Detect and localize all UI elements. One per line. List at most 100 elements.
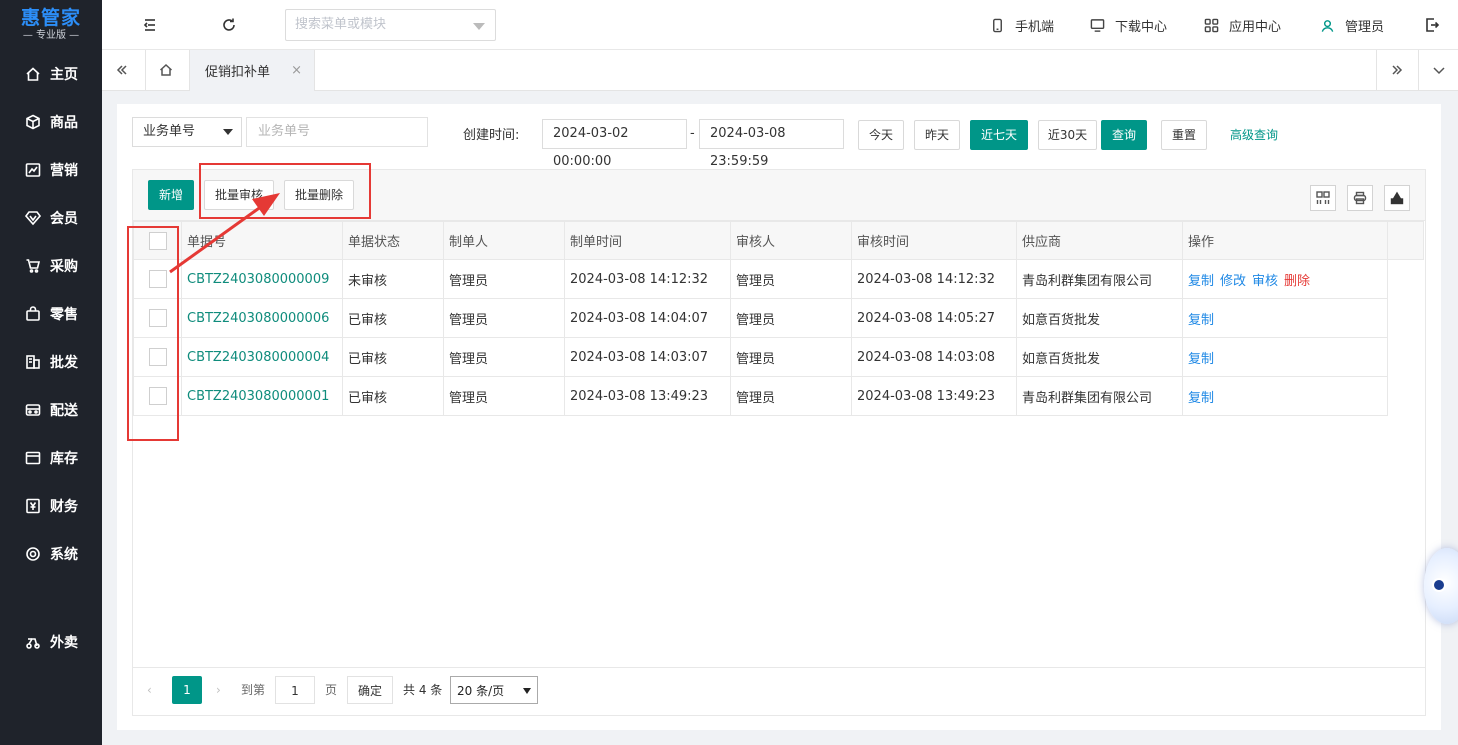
column-header[interactable]: 单据状态 xyxy=(342,221,444,260)
make-time-cell: 2024-03-08 14:04:07 xyxy=(564,298,731,338)
download-center-link[interactable]: 下载中心 xyxy=(1090,15,1167,35)
grid-icon xyxy=(1204,18,1219,32)
home-tab-icon[interactable] xyxy=(145,50,185,90)
table-row: CBTZ2403080000009 未审核 管理员 2024-03-08 14:12:… xyxy=(133,259,1424,299)
row-filler xyxy=(1388,338,1424,377)
sidebar-item-2[interactable]: 营销 xyxy=(0,152,102,188)
batch-delete-button[interactable]: 批量删除 xyxy=(284,180,354,210)
query-button[interactable]: 查询 xyxy=(1101,120,1147,150)
next-page-icon[interactable]: › xyxy=(216,676,221,704)
sidebar-item-5[interactable]: 零售 xyxy=(0,296,102,332)
order-code-link[interactable]: CBTZ2403080000001 xyxy=(187,389,329,404)
sidebar-item-10[interactable]: 系统 xyxy=(0,536,102,572)
order-code-link[interactable]: CBTZ2403080000004 xyxy=(187,350,329,365)
mobile-link[interactable]: 手机端 xyxy=(990,15,1054,35)
date-from-input[interactable]: 2024-03-02 00:00:00 xyxy=(542,119,687,169)
row-checkbox[interactable] xyxy=(148,387,167,405)
make-time-cell: 2024-03-08 14:12:32 xyxy=(564,259,731,299)
sidebar-item-9[interactable]: 财务 xyxy=(0,488,102,524)
sidebar-item-8[interactable]: 库存 xyxy=(0,440,102,476)
logo: 惠管家 — 专业版 — xyxy=(0,0,102,50)
order-code-link[interactable]: CBTZ2403080000009 xyxy=(187,272,329,287)
row-checkbox[interactable] xyxy=(148,348,167,366)
logout-icon[interactable] xyxy=(1422,15,1442,35)
audit-time-cell: 2024-03-08 14:05:27 xyxy=(851,298,1017,338)
tab-promotion-deduction[interactable]: 促销扣补单 × xyxy=(189,50,315,91)
maker-cell: 管理员 xyxy=(443,298,565,338)
sidebar-item-0[interactable]: 主页 xyxy=(0,56,102,92)
goto-page-input[interactable]: 1 xyxy=(275,676,315,704)
select-all-checkbox[interactable] xyxy=(148,231,167,250)
row-action-link[interactable]: 复制 xyxy=(1188,274,1214,289)
column-header[interactable]: 供应商 xyxy=(1016,221,1183,260)
actions-cell: 复制 xyxy=(1182,376,1388,416)
column-header[interactable]: 单据号 xyxy=(181,221,343,260)
row-filler xyxy=(1388,377,1424,416)
row-filler xyxy=(1388,260,1424,299)
last-7-days-button[interactable]: 近七天 xyxy=(970,120,1028,150)
current-page[interactable]: 1 xyxy=(172,676,202,704)
export-icon[interactable] xyxy=(1384,185,1410,211)
print-icon[interactable] xyxy=(1347,185,1373,211)
truck-icon xyxy=(24,401,42,419)
batch-audit-button[interactable]: 批量审核 xyxy=(204,180,274,210)
add-button[interactable]: 新增 xyxy=(148,180,194,210)
sidebar-item-11[interactable]: 外卖 xyxy=(0,624,102,660)
pagination: ‹ 1 › 到第 1 页 确定 共 4 条 20 条/页 xyxy=(133,667,1425,715)
last-30-days-button[interactable]: 近30天 xyxy=(1038,120,1097,150)
column-header[interactable]: 制单人 xyxy=(443,221,565,260)
app-center-link[interactable]: 应用中心 xyxy=(1204,15,1281,35)
sidebar-item-4[interactable]: 采购 xyxy=(0,248,102,284)
column-header[interactable]: 审核时间 xyxy=(851,221,1017,260)
row-action-link[interactable]: 修改 xyxy=(1220,274,1246,289)
row-select-cell xyxy=(133,337,182,377)
row-checkbox[interactable] xyxy=(148,270,167,288)
sidebar-item-7[interactable]: 配送 xyxy=(0,392,102,428)
row-action-link[interactable]: 审核 xyxy=(1252,274,1278,289)
sidebar-item-label: 主页 xyxy=(50,67,78,83)
menu-search-placeholder: 搜索菜单或模块 xyxy=(295,17,387,32)
reset-button[interactable]: 重置 xyxy=(1161,120,1207,150)
row-filler xyxy=(1388,299,1424,338)
column-header[interactable]: 操作 xyxy=(1182,221,1388,260)
row-action-link[interactable]: 删除 xyxy=(1284,274,1310,289)
column-header[interactable]: 制单时间 xyxy=(564,221,731,260)
top-header: 搜索菜单或模块 手机端 下载中心 应用中心 管理员 xyxy=(102,0,1458,50)
goto-confirm-button[interactable]: 确定 xyxy=(347,676,393,704)
total-count: 共 4 条 xyxy=(403,683,443,697)
tabs-scroll-left-icon[interactable] xyxy=(102,50,142,90)
refresh-icon[interactable] xyxy=(219,15,239,35)
maker-cell: 管理员 xyxy=(443,337,565,377)
yesterday-button[interactable]: 昨天 xyxy=(914,120,960,150)
sidebar-item-3[interactable]: 会员 xyxy=(0,200,102,236)
sidebar-item-label: 会员 xyxy=(50,211,78,227)
close-icon[interactable]: × xyxy=(291,63,302,78)
menu-search-select[interactable]: 搜索菜单或模块 xyxy=(285,9,496,41)
monitor-icon xyxy=(1090,18,1105,32)
sidebar-item-1[interactable]: 商品 xyxy=(0,104,102,140)
advanced-query-link[interactable]: 高级查询 xyxy=(1230,126,1278,143)
row-action-link[interactable]: 复制 xyxy=(1188,391,1214,406)
supplier-cell: 如意百货批发 xyxy=(1016,337,1183,377)
order-code-cell: CBTZ2403080000001 xyxy=(181,376,343,416)
search-type-select[interactable]: 业务单号 xyxy=(132,117,242,147)
date-to-input[interactable]: 2024-03-08 23:59:59 xyxy=(699,119,844,169)
chevron-down-icon xyxy=(223,129,233,135)
scooter-icon xyxy=(24,633,42,651)
columns-icon[interactable] xyxy=(1310,185,1336,211)
row-action-link[interactable]: 复制 xyxy=(1188,352,1214,367)
today-button[interactable]: 今天 xyxy=(858,120,904,150)
user-menu[interactable]: 管理员 xyxy=(1320,15,1384,35)
row-checkbox[interactable] xyxy=(148,309,167,327)
order-number-input[interactable]: 业务单号 xyxy=(246,117,428,147)
tabs-scroll-right-icon[interactable] xyxy=(1376,50,1416,90)
sidebar-item-6[interactable]: 批发 xyxy=(0,344,102,380)
order-code-link[interactable]: CBTZ2403080000006 xyxy=(187,311,329,326)
tabs-menu-chevron-down-icon[interactable] xyxy=(1418,50,1458,90)
page-size-select[interactable]: 20 条/页 xyxy=(450,676,538,704)
row-action-link[interactable]: 复制 xyxy=(1188,313,1214,328)
menu-toggle-icon[interactable] xyxy=(140,15,160,35)
prev-page-icon[interactable]: ‹ xyxy=(147,676,152,704)
sidebar-item-label: 配送 xyxy=(50,403,78,419)
column-header[interactable]: 审核人 xyxy=(730,221,852,260)
